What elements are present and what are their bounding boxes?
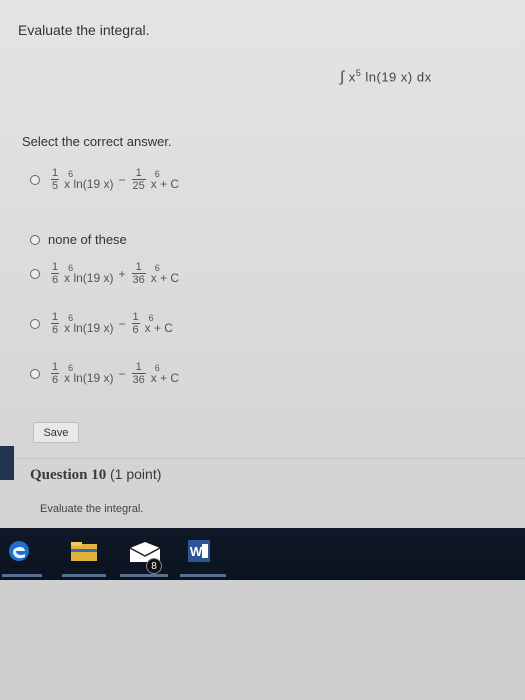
fraction-1: 1 6 <box>51 361 60 386</box>
radio-button[interactable] <box>30 319 40 329</box>
divider <box>14 458 525 459</box>
next-question-prompt: Evaluate the integral. <box>40 503 144 515</box>
integral-expression: ∫ x5 ln(19 x) dx <box>340 68 432 85</box>
save-button[interactable]: Save <box>33 422 79 443</box>
answer-option-c[interactable]: 1 6 6 x ln(19 x) + 1 36 6 x + C <box>30 262 181 286</box>
power-2: 6 x + C <box>150 169 180 191</box>
taskbar: 8 W <box>0 528 525 580</box>
explorer-active-indicator <box>62 574 106 577</box>
power-2: 6 x + C <box>150 263 180 285</box>
power-1: 6 x ln(19 x) <box>64 363 114 385</box>
question-marker <box>0 446 14 480</box>
fraction-2: 1 6 <box>131 311 140 336</box>
question-points: (1 point) <box>110 466 162 482</box>
mail-active-indicator <box>120 574 168 577</box>
power-1: 6 x ln(19 x) <box>64 169 114 191</box>
next-question-title: Question 10 (1 point) <box>30 466 161 484</box>
edge-icon[interactable] <box>8 540 30 567</box>
select-instruction: Select the correct answer. <box>22 134 172 149</box>
radio-button[interactable] <box>30 269 40 279</box>
fraction-1: 1 5 <box>51 167 60 192</box>
word-active-indicator <box>180 574 226 577</box>
mail-badge: 8 <box>146 558 162 574</box>
fraction-2: 1 36 <box>131 261 146 286</box>
monitor-bezel <box>0 580 525 700</box>
question-prompt: Evaluate the integral. <box>18 22 150 38</box>
mail-icon[interactable]: 8 <box>128 540 162 574</box>
answer-option-b[interactable]: none of these <box>30 232 127 247</box>
answer-option-d[interactable]: 1 6 6 x ln(19 x) − 1 6 6 x + C <box>30 312 175 336</box>
radio-button[interactable] <box>30 234 40 245</box>
fraction-2: 1 36 <box>131 361 146 386</box>
integral-symbol: ∫ <box>340 68 345 86</box>
power-1: 6 x ln(19 x) <box>64 313 114 335</box>
integral-base: x <box>348 69 356 85</box>
power-2: 6 x + C <box>144 313 173 335</box>
edge-active-indicator <box>2 574 42 577</box>
operator: − <box>118 367 126 381</box>
operator: − <box>118 173 126 187</box>
file-explorer-icon[interactable] <box>70 540 98 567</box>
operator: − <box>118 317 126 331</box>
answer-option-e[interactable]: 1 6 6 x ln(19 x) − 1 36 6 x + C <box>30 362 181 386</box>
power-2: 6 x + C <box>150 363 180 385</box>
fraction-2: 1 25 <box>131 167 146 192</box>
option-label: none of these <box>48 232 127 247</box>
word-letter: W <box>189 543 203 559</box>
integral-power: 5 <box>355 68 362 78</box>
radio-button[interactable] <box>30 369 40 379</box>
browser-content: Evaluate the integral. ∫ x5 ln(19 x) dx … <box>0 0 525 528</box>
operator: + <box>118 267 126 281</box>
radio-button[interactable] <box>30 175 40 185</box>
question-number: Question 10 <box>30 467 107 483</box>
fraction-1: 1 6 <box>51 311 60 336</box>
power-1: 6 x ln(19 x) <box>64 263 114 285</box>
integral-dx: dx <box>416 69 432 85</box>
word-icon[interactable]: W <box>188 540 210 562</box>
answer-option-a[interactable]: 1 5 6 x ln(19 x) − 1 25 6 x + C <box>30 168 181 192</box>
integral-func: ln(19 x) <box>365 69 413 85</box>
fraction-1: 1 6 <box>51 261 60 286</box>
